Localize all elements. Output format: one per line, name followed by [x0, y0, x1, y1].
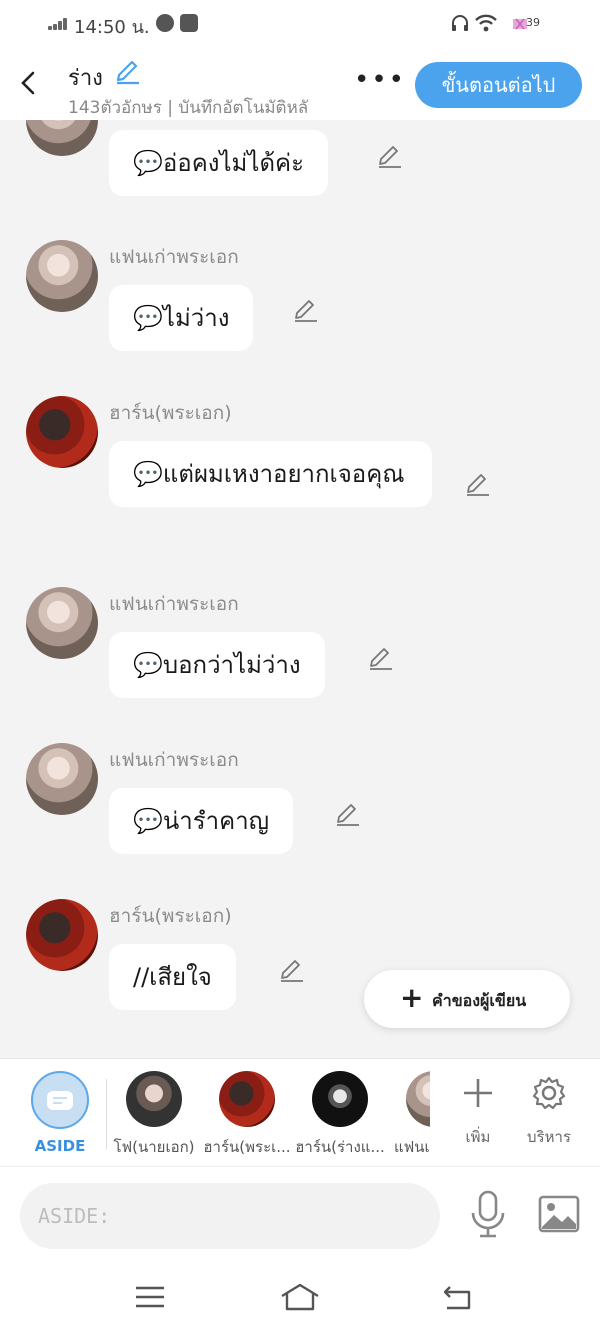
pencil-icon	[295, 300, 317, 322]
message-bubble[interactable]: 💬บอกว่าไม่ว่าง	[109, 632, 325, 698]
character-item[interactable]: โฟ(นายเอก)	[107, 1071, 201, 1159]
menu-icon	[136, 1286, 164, 1308]
add-character-button[interactable]: เพิ่ม	[443, 1075, 513, 1149]
edit-message-button[interactable]	[367, 644, 395, 672]
edit-message-button[interactable]	[278, 956, 306, 984]
back-button[interactable]	[16, 68, 40, 98]
message-input[interactable]	[20, 1183, 440, 1249]
sender-name: แฟนเก่าพระเอก	[109, 749, 239, 771]
avatar[interactable]	[26, 396, 98, 468]
status-time: 14:50 น.	[74, 17, 150, 38]
more-options-button[interactable]: •••	[354, 67, 404, 94]
message-bubble[interactable]: 💬น่ารำคาญ	[109, 788, 294, 854]
compose-bar	[0, 1166, 600, 1262]
author-note-label: คำของผู้เขียน	[432, 991, 527, 1010]
chevron-left-icon	[21, 71, 35, 95]
avatar[interactable]	[26, 120, 98, 156]
home-nav-button[interactable]	[280, 1282, 320, 1316]
character-item[interactable]: แฟนเ	[386, 1071, 430, 1159]
battery-level: 39	[526, 16, 540, 29]
sender-name: ฮาร์น(พระเอก)	[109, 905, 232, 927]
character-name: โฟ(นายเอก)	[113, 1138, 195, 1156]
edit-message-button[interactable]	[292, 296, 320, 324]
pencil-icon	[467, 474, 489, 496]
image-icon	[538, 1195, 580, 1233]
aside-icon	[31, 1071, 89, 1129]
autosave-status: 143ตัวอักษร | บันทึกอัตโนมัติหลั	[68, 98, 309, 118]
pencil-icon	[337, 804, 359, 826]
message-bubble[interactable]: 💬อ่อคงไม่ได้ค่ะ	[109, 130, 328, 196]
avatar[interactable]	[26, 899, 98, 971]
edit-message-button[interactable]	[464, 470, 492, 498]
author-note-button[interactable]: + คำของผู้เขียน	[364, 970, 570, 1028]
character-name: ฮาร์น(พระเ...	[203, 1138, 291, 1156]
character-name: ASIDE	[34, 1137, 86, 1155]
add-label: เพิ่ม	[465, 1128, 491, 1146]
status-bar: 14:50 น. 39	[0, 0, 600, 46]
avatar[interactable]	[26, 743, 98, 815]
plus-icon: +	[400, 981, 424, 1014]
avatar[interactable]	[26, 240, 98, 312]
microphone-button[interactable]	[468, 1189, 508, 1239]
pencil-icon	[116, 60, 139, 85]
menu-nav-button[interactable]	[132, 1282, 172, 1316]
back-arrow-icon	[443, 1286, 471, 1310]
insert-image-button[interactable]	[538, 1195, 580, 1233]
sender-name: แฟนเก่าพระเอก	[109, 246, 239, 268]
edit-message-button[interactable]	[376, 142, 404, 170]
pencil-icon	[281, 960, 303, 982]
avatar	[126, 1071, 182, 1127]
edit-message-button[interactable]	[334, 800, 362, 828]
microphone-icon	[471, 1190, 505, 1238]
edit-title-button[interactable]	[114, 58, 142, 86]
pencil-icon	[379, 146, 401, 168]
messenger-icon	[156, 14, 174, 32]
headphones-icon	[452, 15, 468, 31]
character-bar: ASIDE โฟ(นายเอก) ฮาร์น(พระเ... ฮาร์น(ร่า…	[0, 1058, 600, 1166]
avatar	[312, 1071, 368, 1127]
avatar	[406, 1071, 430, 1127]
chat-area[interactable]: 💬อ่อคงไม่ได้ค่ะ แฟนเก่าพระเอก 💬ไม่ว่าง ฮ…	[0, 120, 600, 1058]
home-icon	[281, 1283, 319, 1311]
message-bubble[interactable]: 💬แต่ผมเหงาอยากเจอคุณ	[109, 441, 432, 507]
sender-name: แฟนเก่าพระเอก	[109, 593, 239, 615]
character-aside[interactable]: ASIDE	[13, 1071, 107, 1155]
message-bubble[interactable]: 💬ไม่ว่าง	[109, 285, 254, 351]
manage-label: บริหาร	[527, 1128, 571, 1146]
character-name: แฟนเ	[394, 1138, 430, 1156]
sender-name: ฮาร์น(พระเอก)	[109, 402, 232, 424]
pencil-icon	[370, 648, 392, 670]
wifi-icon	[475, 14, 497, 32]
character-name: ฮาร์น(ร่างแ...	[295, 1138, 385, 1156]
manage-characters-button[interactable]: บริหาร	[514, 1075, 584, 1149]
avatar	[219, 1071, 275, 1127]
avatar[interactable]	[26, 587, 98, 659]
gear-icon	[514, 1075, 584, 1115]
plus-icon	[443, 1075, 513, 1115]
editor-header: ร่าง 143ตัวอักษร | บันทึกอัตโนมัติหลั ••…	[0, 46, 600, 120]
system-nav-bar	[0, 1262, 600, 1333]
signal-icon	[48, 18, 68, 30]
next-step-button[interactable]: ขั้นตอนต่อไป	[415, 62, 582, 108]
youtube-icon	[180, 14, 198, 32]
character-item[interactable]: ฮาร์น(พระเ...	[200, 1071, 294, 1159]
back-nav-button[interactable]	[440, 1282, 480, 1316]
page-title: ร่าง	[68, 66, 103, 91]
message-bubble[interactable]: //เสียใจ	[109, 944, 236, 1010]
character-item[interactable]: ฮาร์น(ร่างแ...	[293, 1071, 387, 1159]
